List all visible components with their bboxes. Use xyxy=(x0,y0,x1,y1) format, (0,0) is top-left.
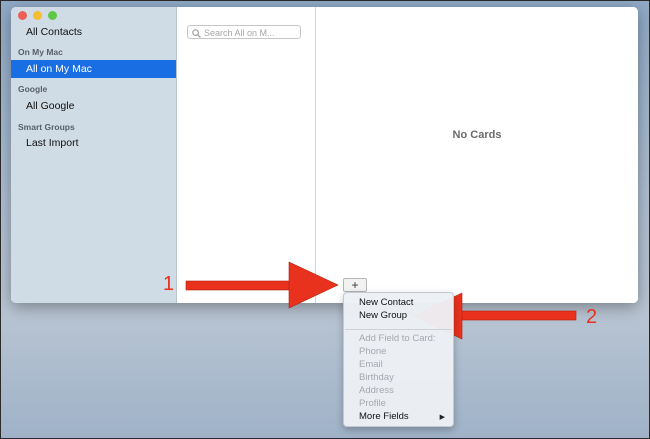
annotation-arrows xyxy=(185,261,577,340)
menu-item-email: Email xyxy=(359,359,383,370)
menu-item-address: Address xyxy=(359,385,394,396)
menu-item-new-group[interactable]: New Group xyxy=(359,310,407,321)
arrow-1 xyxy=(185,261,339,309)
menu-item-new-contact[interactable]: New Contact xyxy=(359,297,413,308)
menu-header-add-field: Add Field to Card: xyxy=(359,333,436,344)
menu-separator xyxy=(345,329,452,330)
menu-item-profile: Profile xyxy=(359,398,386,409)
submenu-arrow-icon: ▶ xyxy=(439,414,445,421)
menu-item-birthday: Birthday xyxy=(359,372,394,383)
menu-item-more-fields[interactable]: More Fields xyxy=(359,411,409,422)
step-1-label: 1 xyxy=(163,273,175,295)
menu-item-phone: Phone xyxy=(359,346,387,357)
add-button[interactable]: + xyxy=(343,278,367,292)
step-2-label: 2 xyxy=(586,306,598,328)
add-menu: New Contact New Group Add Field to Card:… xyxy=(343,292,454,427)
